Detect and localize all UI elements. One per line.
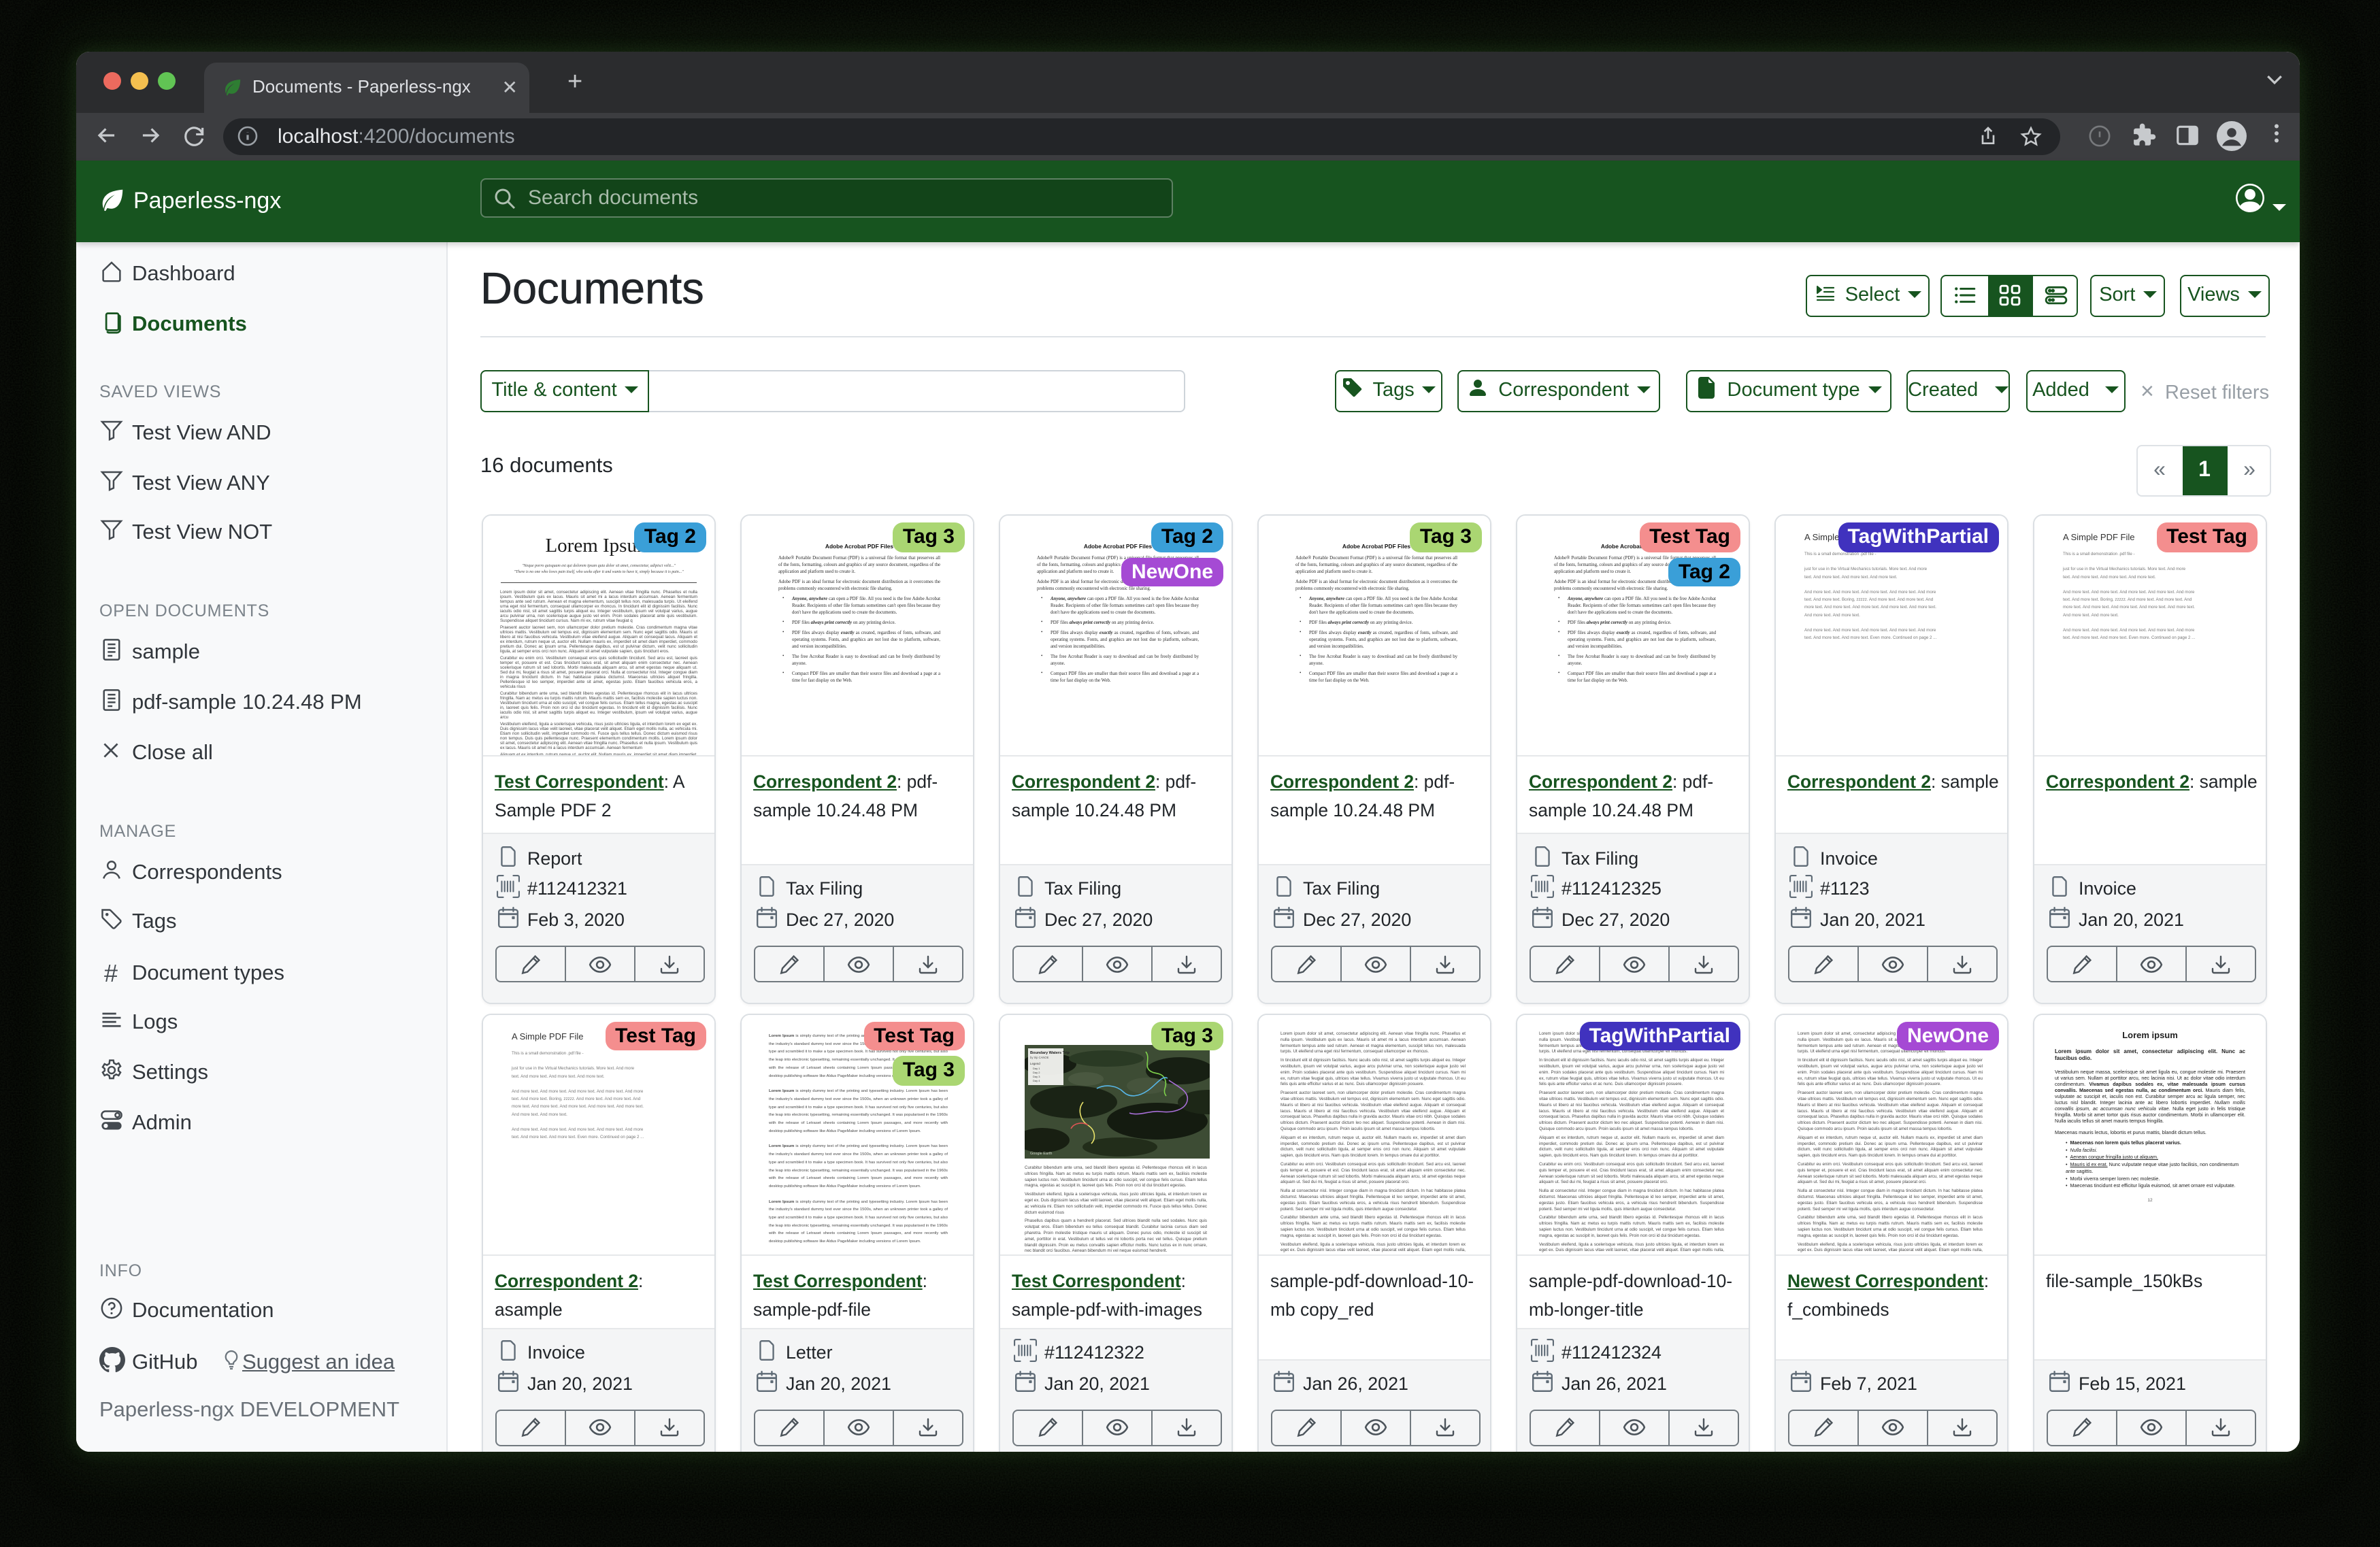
svg-text:Google Earth: Google Earth <box>1029 1151 1051 1155</box>
svg-text:Day 1: Day 1 <box>1032 1066 1040 1069</box>
svg-text:Legend: Legend <box>1029 1061 1040 1065</box>
svg-text:Day 4: Day 4 <box>1032 1078 1040 1082</box>
svg-text:by trip CANOE: by trip CANOE <box>1029 1055 1048 1059</box>
svg-text:Day 2: Day 2 <box>1032 1070 1040 1074</box>
svg-text:Boundary Waters Trip: Boundary Waters Trip <box>1029 1050 1069 1054</box>
svg-text:Day 3: Day 3 <box>1032 1074 1040 1078</box>
